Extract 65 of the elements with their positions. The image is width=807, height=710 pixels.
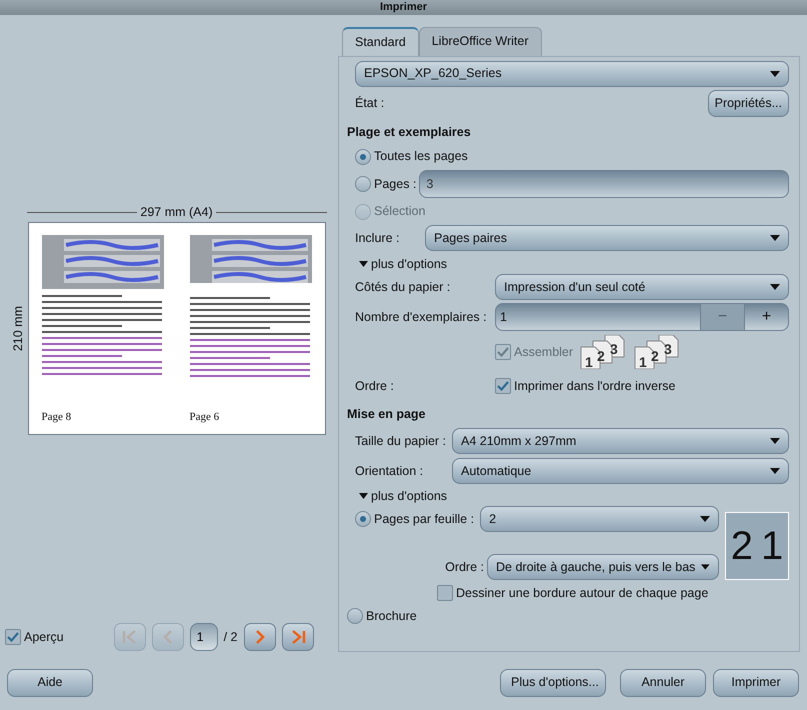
expander[interactable]: plus d'options [359, 486, 789, 506]
orientation-dropdown[interactable]: Automatique [452, 458, 789, 484]
radio-button[interactable] [355, 148, 371, 165]
copies-spin-field[interactable]: 1 − + [495, 303, 789, 332]
radio-button[interactable] [355, 176, 371, 192]
more-options-button[interactable]: Plus d'options... [500, 668, 606, 696]
tab[interactable]: LibreOffice Writer [418, 27, 542, 56]
dropdown-caret-icon [770, 468, 780, 474]
expander-icon [359, 260, 368, 268]
field-label: Orientation : [355, 462, 424, 480]
field-label: Nombre d'exemplaires : [355, 308, 488, 326]
increment-button[interactable]: + [744, 304, 788, 330]
radio-label: Toutes les pages [374, 148, 468, 166]
dropdown-caret-icon [770, 284, 780, 290]
dropdown-caret-icon [770, 70, 780, 77]
page-number: 1 [761, 526, 784, 566]
section-title: Mise en page [347, 406, 426, 424]
dropdown-caret-icon [770, 235, 780, 242]
page-order-dropdown[interactable]: De droite à gauche, puis vers le bas [487, 554, 719, 580]
field-label: Côtés du papier : [355, 278, 452, 296]
radio-button[interactable] [355, 511, 371, 527]
dimension-label: 210 mm [10, 306, 26, 351]
section-title: Plage et exemplaires [347, 124, 472, 141]
page-range-field[interactable]: 3 [419, 170, 789, 198]
print-button[interactable]: Imprimer [713, 668, 799, 696]
next-page-button[interactable] [244, 623, 276, 651]
include-dropdown[interactable]: Pages paires [425, 225, 789, 252]
checkbox-label: Assembler [514, 344, 574, 361]
radio-label: Pages : [374, 176, 416, 193]
checkbox-label: Aperçu [24, 628, 64, 646]
paper-size-dropdown[interactable]: A4 210mm x 297mm [452, 428, 789, 454]
pages-per-sheet-dropdown[interactable]: 2 [480, 506, 719, 532]
radio-label: Sélection [374, 203, 426, 220]
expander-icon [359, 492, 368, 500]
dropdown-caret-icon [701, 564, 710, 570]
field-label: Ordre : [355, 378, 395, 395]
radio-label: Pages par feuille : [374, 510, 474, 528]
window-title: Imprimer [0, 0, 807, 15]
properties-button[interactable]: Propriétés... [708, 90, 789, 116]
dropdown-caret-icon [700, 516, 710, 522]
dimension-label: 297 mm (A4) [140, 204, 213, 221]
field-label: Taille du papier : [355, 432, 448, 450]
checkbox[interactable] [5, 629, 21, 645]
radio-label: Brochure [366, 608, 417, 625]
dropdown-caret-icon [770, 438, 780, 444]
field-label: Ordre : [445, 558, 484, 576]
field-label: État : [355, 94, 384, 112]
checkbox[interactable] [437, 585, 453, 601]
checkbox-label: Dessiner une bordure autour de chaque page [456, 584, 708, 602]
last-page-button[interactable] [282, 623, 314, 651]
expander[interactable]: plus d'options [359, 254, 789, 274]
field-label: Inclure : [355, 230, 400, 247]
page-label: Page 8 [42, 410, 72, 426]
page-number-field[interactable]: 1 [190, 623, 218, 651]
page-count: / 2 [224, 628, 238, 646]
page-label: Page 6 [190, 410, 220, 426]
sides-dropdown[interactable]: Impression d'un seul coté [495, 274, 789, 300]
radio-button[interactable] [347, 608, 363, 624]
printer-dropdown[interactable]: EPSON_XP_620_Series [355, 60, 789, 87]
page-number: 2 [730, 526, 753, 566]
checkbox[interactable] [495, 378, 511, 394]
checkbox-label: Imprimer dans l'ordre inverse [514, 378, 676, 395]
cancel-button[interactable]: Annuler [620, 668, 706, 696]
help-button[interactable]: Aide [7, 668, 93, 696]
tab[interactable]: Standard [342, 27, 419, 56]
